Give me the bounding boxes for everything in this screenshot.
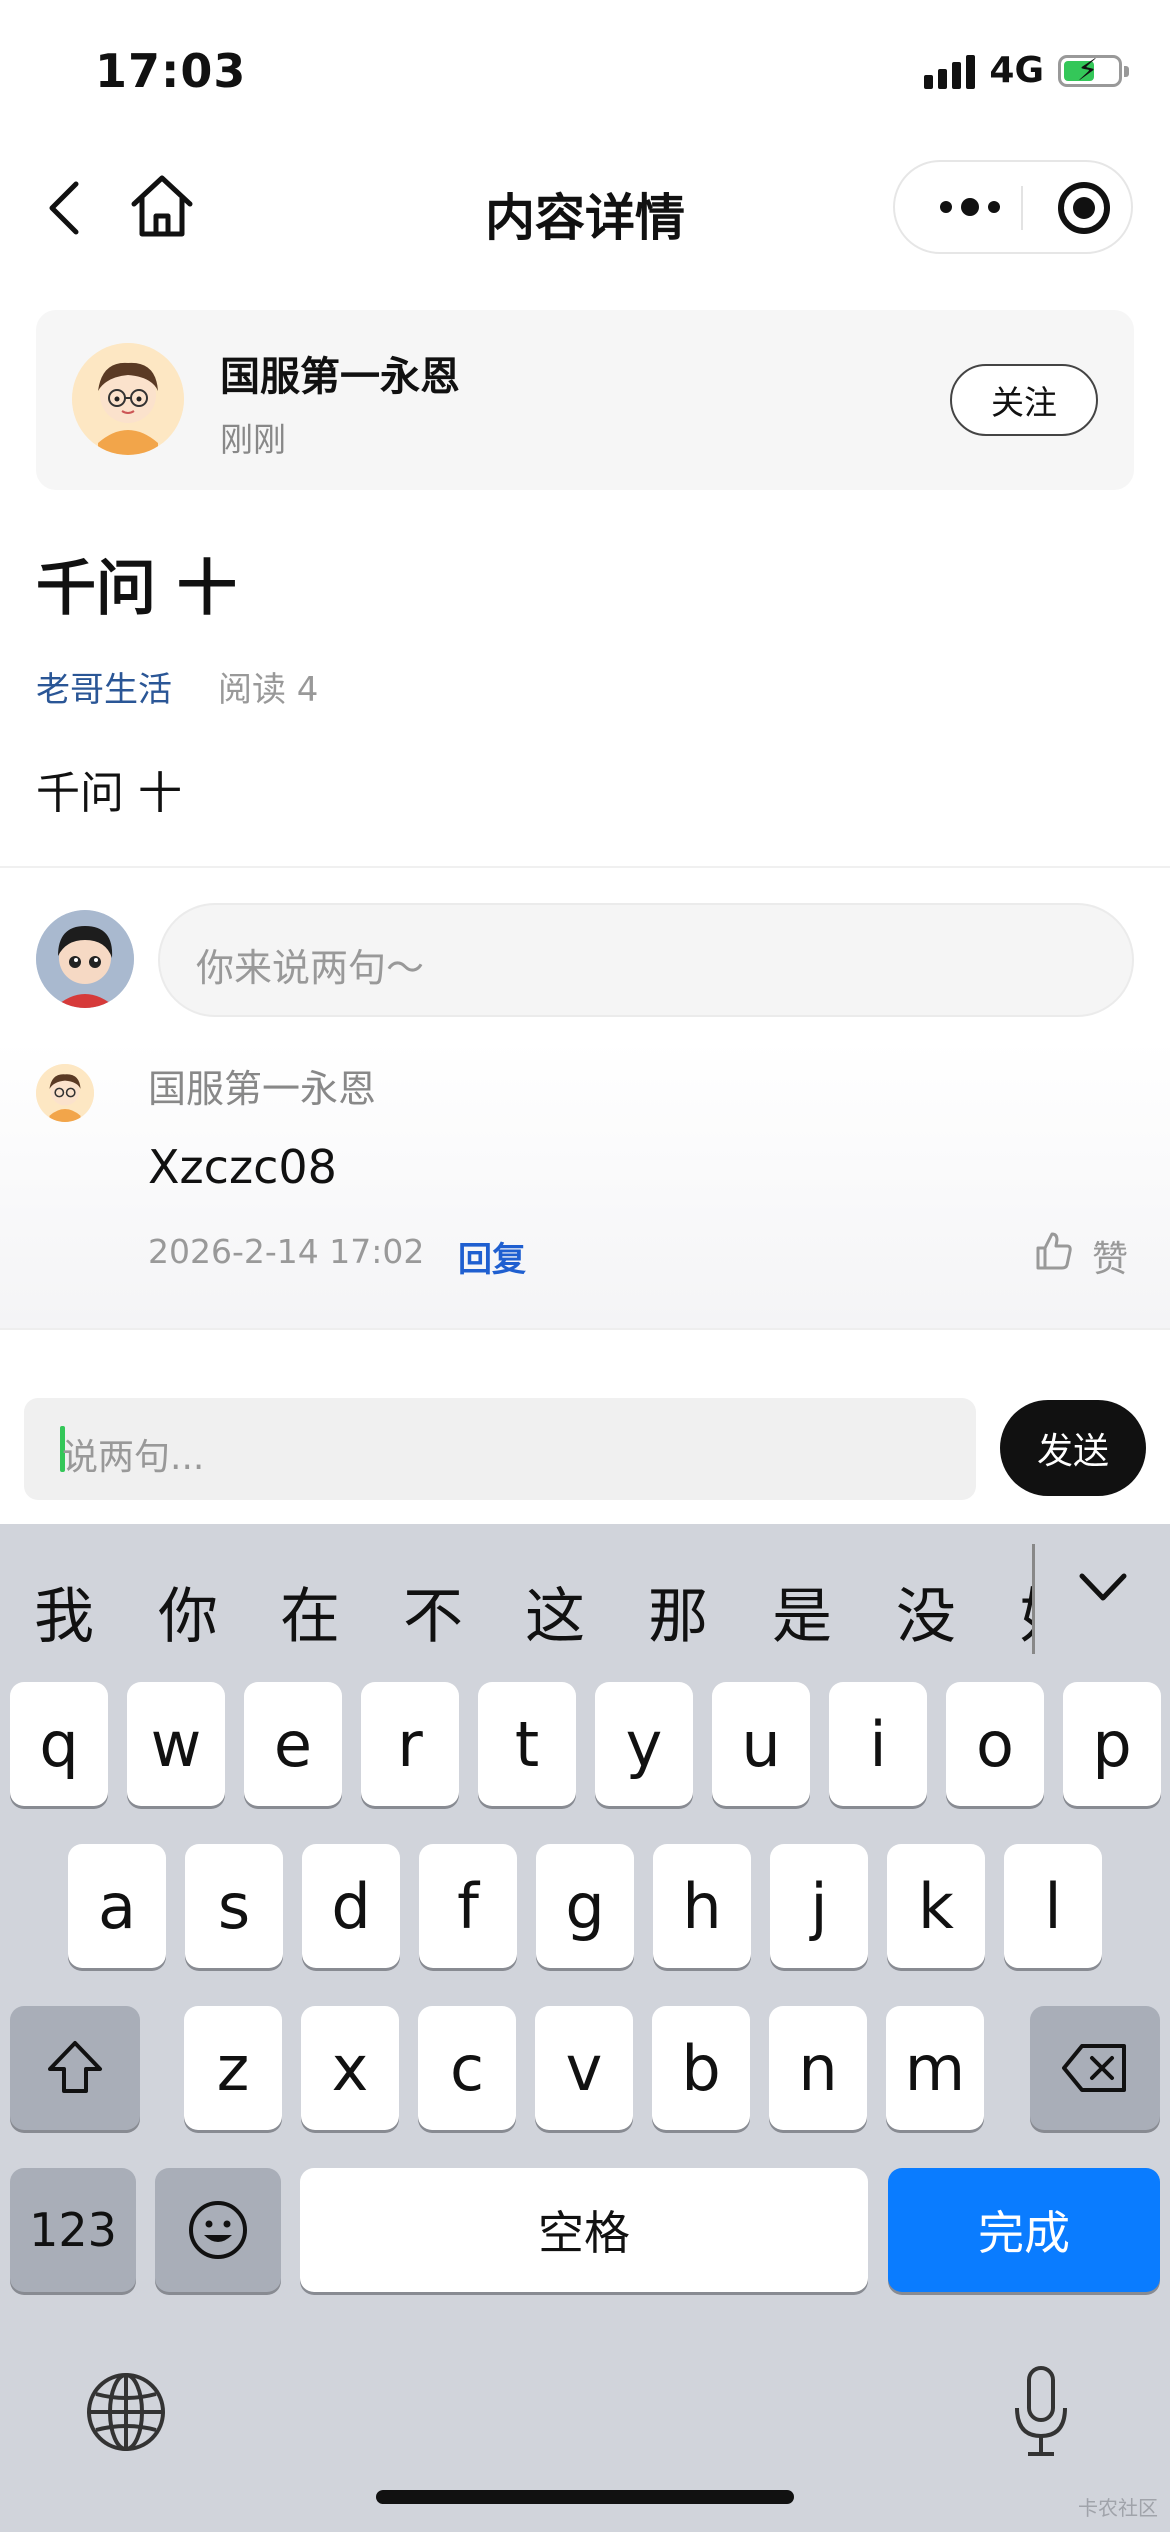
key-r[interactable]: r [361, 1682, 459, 1806]
shift-key[interactable] [10, 2006, 140, 2130]
signal-icon [924, 53, 976, 89]
key-w[interactable]: w [127, 1682, 225, 1806]
done-key[interactable]: 完成 [888, 2168, 1160, 2292]
candidate-word[interactable]: 这 [525, 1568, 585, 1655]
post-title: 千问 十 [36, 554, 237, 624]
numbers-key[interactable]: 123 [10, 2168, 136, 2292]
key-h[interactable]: h [653, 1844, 751, 1968]
key-g[interactable]: g [536, 1844, 634, 1968]
reply-button[interactable]: 回复 [458, 1232, 526, 1281]
my-avatar [36, 910, 134, 1008]
reply-input[interactable]: 说两句... [24, 1398, 976, 1500]
key-p[interactable]: p [1063, 1682, 1161, 1806]
key-x[interactable]: x [301, 2006, 399, 2130]
reply-bar: 说两句... 发送 [0, 1374, 1170, 1524]
commenter-avatar[interactable] [36, 1064, 94, 1122]
key-y[interactable]: y [595, 1682, 693, 1806]
keyboard: 我你在不这那是没好 qwertyuiop asdfghjkl zxcvbnm 1… [0, 1524, 1170, 2532]
home-indicator[interactable] [376, 2490, 794, 2504]
post-time: 刚刚 [220, 420, 286, 459]
like-label[interactable]: 赞 [1092, 1230, 1128, 1282]
key-q[interactable]: q [10, 1682, 108, 1806]
shift-icon [48, 2041, 102, 2093]
status-time: 17:03 [95, 44, 247, 98]
key-f[interactable]: f [419, 1844, 517, 1968]
author-name[interactable]: 国服第一永恩 [220, 344, 460, 402]
divider [0, 866, 1170, 868]
thumbs-up-icon[interactable] [1034, 1230, 1074, 1272]
network-type: 4G [989, 50, 1044, 91]
key-m[interactable]: m [886, 2006, 984, 2130]
author-card: 国服第一永恩 刚刚 关注 [36, 310, 1134, 490]
candidate-word[interactable]: 是 [772, 1568, 832, 1655]
key-j[interactable]: j [770, 1844, 868, 1968]
key-k[interactable]: k [887, 1844, 985, 1968]
candidate-word[interactable]: 那 [648, 1568, 708, 1655]
key-v[interactable]: v [535, 2006, 633, 2130]
comment-time: 2026-2-14 17:02 [148, 1232, 425, 1271]
miniprogram-capsule [893, 160, 1133, 254]
chevron-down-icon[interactable] [1076, 1568, 1130, 1608]
status-indicators: 4G ⚡ [924, 50, 1129, 91]
key-t[interactable]: t [478, 1682, 576, 1806]
key-d[interactable]: d [302, 1844, 400, 1968]
candidate-word[interactable]: 没 [896, 1568, 956, 1655]
key-s[interactable]: s [185, 1844, 283, 1968]
follow-button[interactable]: 关注 [950, 364, 1098, 436]
emoji-key[interactable] [155, 2168, 281, 2292]
delete-key[interactable] [1030, 2006, 1160, 2130]
key-b[interactable]: b [652, 2006, 750, 2130]
backspace-icon [1062, 2044, 1126, 2092]
key-z[interactable]: z [184, 2006, 282, 2130]
candidate-separator [1032, 1544, 1035, 1654]
author-avatar[interactable] [72, 343, 184, 455]
divider [0, 1328, 1170, 1330]
candidate-word[interactable]: 你 [158, 1568, 218, 1655]
comment-list: 国服第一永恩 Xzczc08 2026-2-14 17:02 回复 赞 [0, 1040, 1170, 1328]
space-key[interactable]: 空格 [300, 2168, 868, 2292]
comment-input[interactable]: 你来说两句～ [158, 903, 1134, 1017]
post-body: 千问 十 [36, 768, 182, 819]
key-n[interactable]: n [769, 2006, 867, 2130]
key-c[interactable]: c [418, 2006, 516, 2130]
key-l[interactable]: l [1004, 1844, 1102, 1968]
key-i[interactable]: i [829, 1682, 927, 1806]
emoji-icon [189, 2201, 247, 2259]
candidate-word[interactable]: 不 [403, 1568, 463, 1655]
key-a[interactable]: a [68, 1844, 166, 1968]
microphone-icon[interactable] [1010, 2364, 1072, 2460]
comment-placeholder: 你来说两句～ [196, 946, 425, 990]
commenter-name[interactable]: 国服第一永恩 [148, 1058, 376, 1113]
close-miniprogram-icon[interactable] [1058, 182, 1110, 234]
send-button[interactable]: 发送 [1000, 1400, 1146, 1496]
key-e[interactable]: e [244, 1682, 342, 1806]
more-icon[interactable] [927, 162, 1013, 252]
reply-placeholder: 说两句... [62, 1437, 205, 1478]
key-o[interactable]: o [946, 1682, 1044, 1806]
comment-text: Xzczc08 [148, 1140, 337, 1194]
candidate-word[interactable]: 我 [34, 1568, 94, 1655]
capsule-divider [1021, 186, 1023, 230]
battery-icon: ⚡ [1058, 53, 1129, 87]
post-category[interactable]: 老哥生活 [36, 662, 172, 711]
read-count: 阅读 4 [218, 670, 319, 710]
globe-icon[interactable] [84, 2370, 168, 2454]
key-u[interactable]: u [712, 1682, 810, 1806]
watermark: 卡农社区 [1078, 2496, 1158, 2520]
candidate-word[interactable]: 在 [280, 1568, 340, 1655]
